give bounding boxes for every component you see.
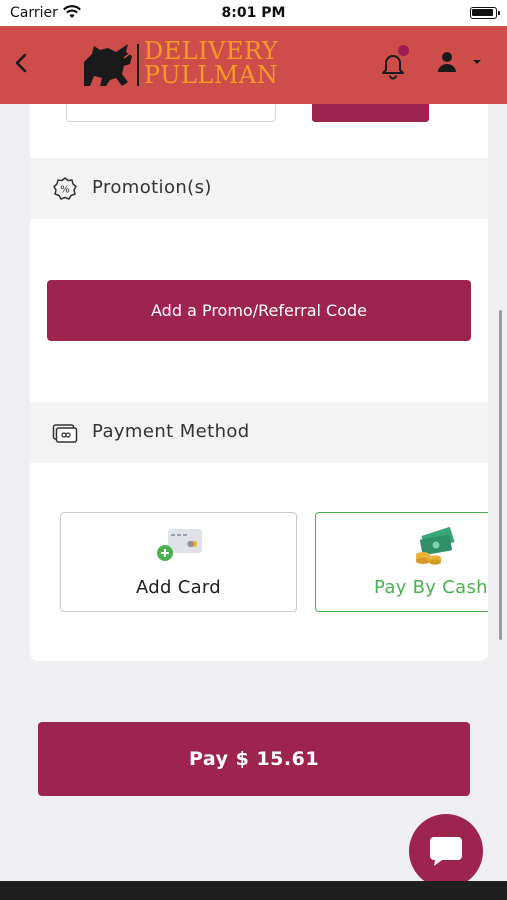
promotion-section-header: % Promotion(s) (30, 158, 488, 219)
checkout-card: % Promotion(s) Add a Promo/Referral Code… (30, 104, 488, 661)
bull-logo-icon (84, 44, 132, 86)
code-input-field[interactable] (66, 104, 276, 122)
percent-badge-icon: % (53, 177, 77, 200)
brand-logo: DELIVERY PULLMAN (82, 36, 302, 92)
logo-divider (137, 44, 139, 86)
status-time: 8:01 PM (221, 5, 286, 21)
add-promo-code-button[interactable]: Add a Promo/Referral Code (47, 280, 471, 341)
apply-button[interactable] (312, 104, 429, 122)
logo-text: DELIVERY PULLMAN (144, 39, 278, 87)
payment-card-icon (52, 424, 78, 443)
chat-button[interactable] (409, 814, 483, 888)
add-card-option[interactable]: Add Card (60, 512, 297, 612)
payment-title: Payment Method (92, 421, 250, 442)
svg-text:%: % (60, 185, 70, 196)
user-menu-button[interactable] (436, 50, 486, 78)
add-card-icon (157, 529, 202, 561)
cash-icon (416, 527, 455, 565)
pay-button[interactable]: Pay $ 15.61 (38, 722, 470, 796)
pay-by-cash-option[interactable]: Pay By Cash (315, 512, 488, 612)
back-button[interactable] (8, 48, 34, 78)
logo-line-1: DELIVERY (144, 37, 279, 65)
bottom-bar (0, 881, 507, 900)
user-icon (438, 52, 456, 72)
status-bar: Carrier 8:01 PM (0, 0, 507, 26)
pay-by-cash-label: Pay By Cash (374, 577, 488, 598)
add-card-label: Add Card (135, 577, 222, 598)
app-header: DELIVERY PULLMAN (0, 26, 507, 104)
notification-dot (398, 45, 409, 56)
battery-icon (470, 7, 500, 19)
chat-bubble-icon (430, 837, 462, 866)
logo-line-2: PULLMAN (144, 61, 279, 89)
promotion-title: Promotion(s) (92, 177, 212, 198)
payment-section-header: Payment Method (30, 402, 488, 463)
scrollbar[interactable] (499, 310, 502, 640)
back-chevron-icon (15, 53, 27, 73)
caret-down-icon (473, 60, 481, 64)
